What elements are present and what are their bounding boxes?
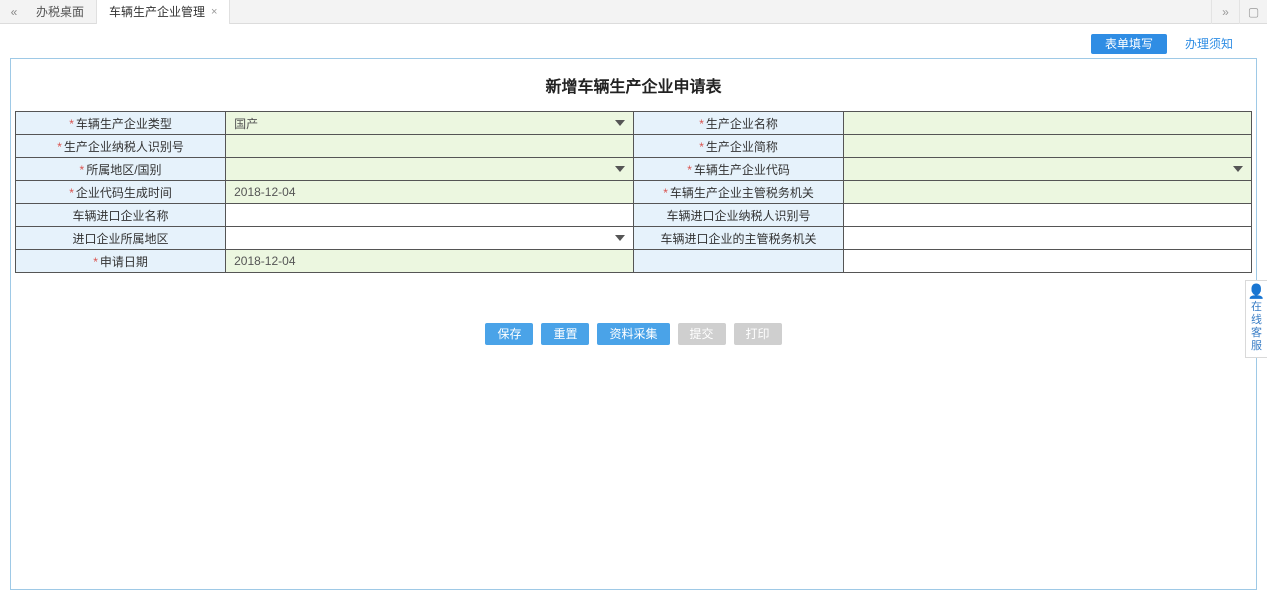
import-tax-id-input[interactable] [844, 204, 1251, 226]
label-import-name: 车辆进口企业名称 [16, 204, 226, 227]
application-form-table: *车辆生产企业类型 国产 *生产企业名称 *生产企业纳税人识别号 *生产企业简称… [15, 111, 1252, 273]
enterprise-name-input[interactable] [844, 112, 1251, 134]
close-icon[interactable]: × [211, 0, 217, 24]
field-short-name[interactable] [844, 135, 1252, 158]
tax-id-input[interactable] [226, 135, 633, 157]
import-name-input[interactable] [226, 204, 633, 226]
tab-label: 办税桌面 [36, 0, 84, 24]
chevron-down-icon [615, 120, 625, 126]
form-title: 新增车辆生产企业申请表 [15, 69, 1252, 111]
person-icon: 👤 [1246, 283, 1267, 299]
import-authority-input[interactable] [844, 227, 1251, 249]
field-enterprise-code[interactable] [844, 158, 1252, 181]
field-apply-date[interactable]: 2018-12-04 [226, 250, 634, 273]
tab-tax-desktop[interactable]: 办税桌面 [24, 0, 97, 24]
side-line2: 客服 [1246, 327, 1267, 353]
select-value: 国产 [234, 115, 258, 132]
label-enterprise-code: *车辆生产企业代码 [633, 158, 843, 181]
online-service-widget[interactable]: 👤 在线 客服 [1245, 280, 1267, 358]
print-button: 打印 [734, 323, 782, 345]
label-empty [633, 250, 843, 273]
reset-button[interactable]: 重置 [541, 323, 589, 345]
save-button[interactable]: 保存 [485, 323, 533, 345]
tax-authority-input[interactable] [844, 181, 1251, 203]
field-import-region[interactable] [226, 227, 634, 250]
label-import-authority: 车辆进口企业的主管税务机关 [633, 227, 843, 250]
label-import-region: 进口企业所属地区 [16, 227, 226, 250]
label-short-name: *生产企业简称 [633, 135, 843, 158]
short-name-input[interactable] [844, 135, 1251, 157]
field-import-authority[interactable] [844, 227, 1252, 250]
chevron-down-icon [615, 235, 625, 241]
field-tax-id[interactable] [226, 135, 634, 158]
date-value: 2018-12-04 [234, 254, 295, 268]
label-tax-authority: *车辆生产企业主管税务机关 [633, 181, 843, 204]
collect-button[interactable]: 资料采集 [597, 323, 669, 345]
chevron-down-icon [615, 166, 625, 172]
collapse-left-icon[interactable]: « [4, 2, 24, 22]
more-tabs-icon[interactable]: » [1211, 0, 1239, 24]
tab-handling-notice[interactable]: 办理须知 [1171, 34, 1247, 54]
chevron-down-icon [1233, 166, 1243, 172]
label-enterprise-name: *生产企业名称 [633, 112, 843, 135]
side-line1: 在线 [1246, 301, 1267, 327]
field-region[interactable] [226, 158, 634, 181]
field-enterprise-name[interactable] [844, 112, 1252, 135]
label-apply-date: *申请日期 [16, 250, 226, 273]
label-code-gen-time: *企业代码生成时间 [16, 181, 226, 204]
field-empty [844, 250, 1252, 273]
label-region: *所属地区/国别 [16, 158, 226, 181]
action-tab-label: 办理须知 [1185, 37, 1233, 51]
tab-label: 车辆生产企业管理 [109, 0, 205, 24]
label-enterprise-type: *车辆生产企业类型 [16, 112, 226, 135]
field-import-name[interactable] [226, 204, 634, 227]
top-tabbar: « 办税桌面 车辆生产企业管理 × » ▢ [0, 0, 1267, 24]
label-tax-id: *生产企业纳税人识别号 [16, 135, 226, 158]
tab-vehicle-enterprise-mgmt[interactable]: 车辆生产企业管理 × [97, 0, 230, 24]
tab-form-fill[interactable]: 表单填写 [1091, 34, 1167, 54]
submit-button: 提交 [678, 323, 726, 345]
field-code-gen-time[interactable]: 2018-12-04 [226, 181, 634, 204]
maximize-icon[interactable]: ▢ [1239, 0, 1267, 24]
field-enterprise-type[interactable]: 国产 [226, 112, 634, 135]
date-value: 2018-12-04 [234, 185, 295, 199]
action-tab-row: 表单填写 办理须知 [0, 24, 1267, 58]
label-import-tax-id: 车辆进口企业纳税人识别号 [633, 204, 843, 227]
field-import-tax-id[interactable] [844, 204, 1252, 227]
field-tax-authority[interactable] [844, 181, 1252, 204]
action-tab-label: 表单填写 [1105, 37, 1153, 51]
form-panel: 新增车辆生产企业申请表 *车辆生产企业类型 国产 *生产企业名称 *生产企业纳税… [10, 58, 1257, 590]
button-bar: 保存 重置 资料采集 提交 打印 [15, 323, 1252, 345]
